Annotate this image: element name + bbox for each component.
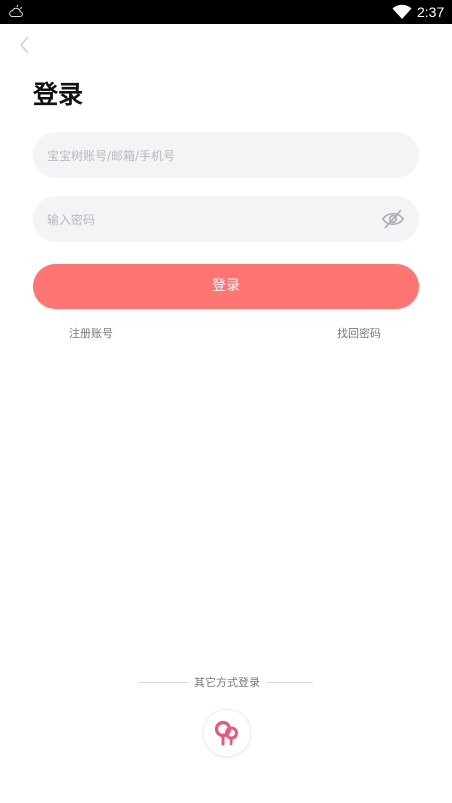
weather-cloud-sun-icon — [9, 4, 23, 17]
password-field — [33, 196, 419, 244]
wifi-icon — [392, 4, 412, 19]
babytree-login-button[interactable] — [203, 709, 251, 757]
page-title: 登录 — [33, 80, 84, 109]
forgot-password-link[interactable]: 找回密码 — [337, 326, 381, 342]
account-input[interactable] — [45, 132, 369, 180]
login-button[interactable]: 登录 — [33, 264, 419, 309]
account-field — [33, 132, 419, 180]
password-input[interactable] — [45, 196, 369, 244]
babytree-logo-icon — [214, 720, 238, 746]
eye-hidden-icon[interactable] — [381, 208, 405, 230]
status-time: 2:37 — [417, 4, 445, 20]
other-login-label: 其它方式登录 — [194, 676, 260, 689]
divider-right — [266, 682, 313, 683]
back-button[interactable] — [16, 33, 36, 57]
register-link[interactable]: 注册账号 — [69, 326, 113, 342]
status-bar: 2:37 — [0, 0, 452, 24]
divider-left — [138, 682, 188, 683]
other-login-section: 其它方式登录 — [0, 674, 452, 692]
chevron-left-icon — [20, 36, 29, 54]
